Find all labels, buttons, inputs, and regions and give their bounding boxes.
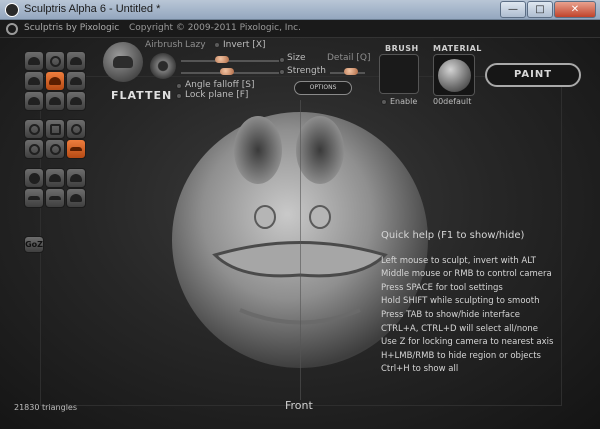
help-line: CTRL+A, CTRL+D will select all/none xyxy=(381,323,538,334)
size-label: Size xyxy=(287,53,306,63)
tool-brush-icon[interactable] xyxy=(24,139,44,159)
lazy-label[interactable]: Lazy xyxy=(185,40,206,50)
invert-toggle[interactable] xyxy=(214,42,220,48)
view-name: Front xyxy=(285,399,313,412)
strength-indicator xyxy=(279,69,285,75)
airbrush-label[interactable]: Airbrush xyxy=(145,40,183,50)
brush-enable-toggle[interactable] xyxy=(381,99,387,105)
quick-help: Quick help (F1 to show/hide) Left mouse … xyxy=(381,229,553,377)
window-titlebar: Sculptris Alpha 6 - Untitled * — □ ✕ xyxy=(0,0,600,20)
sculptris-logo-icon xyxy=(6,23,18,35)
size-indicator xyxy=(279,57,285,63)
triangle-count: 21830 triangles xyxy=(14,403,78,412)
lock-plane-toggle[interactable] xyxy=(176,93,182,99)
close-button[interactable]: ✕ xyxy=(554,1,596,18)
tool-pinch-icon[interactable] xyxy=(45,91,65,111)
brush-texture-slot[interactable] xyxy=(379,54,419,94)
tool-draw-icon[interactable] xyxy=(24,71,44,91)
app-icon xyxy=(5,3,19,17)
tool-rotate-view-icon[interactable] xyxy=(24,119,44,139)
maximize-button[interactable]: □ xyxy=(527,1,553,18)
left-nostril xyxy=(254,205,276,229)
paint-button[interactable]: PAINT xyxy=(485,63,581,87)
tool-inflate-icon[interactable] xyxy=(24,91,44,111)
detail-label: Detail [Q] xyxy=(327,53,371,63)
help-line: Middle mouse or RMB to control camera xyxy=(381,269,552,280)
tool-scale-icon[interactable] xyxy=(66,51,86,71)
copyright-label: Copyright © 2009-2011 Pixologic, Inc. xyxy=(129,23,301,33)
tool-flatten-icon[interactable] xyxy=(45,71,65,91)
help-line: H+LMB/RMB to hide region or objects xyxy=(381,350,541,361)
right-nostril xyxy=(309,205,331,229)
tool-rotate-icon[interactable] xyxy=(45,51,65,71)
tool-crease-icon[interactable] xyxy=(24,51,44,71)
tool-hide-icon[interactable] xyxy=(24,188,44,208)
tool-mask-icon[interactable] xyxy=(45,139,65,159)
brush-name: FLATTEN xyxy=(111,89,173,102)
tool-camera-icon[interactable] xyxy=(66,168,86,188)
left-eye-socket xyxy=(234,116,282,184)
material-panel-title: MATERIAL xyxy=(433,44,482,53)
tool-texture-icon[interactable] xyxy=(66,188,86,208)
tool-wireframe-icon[interactable] xyxy=(45,119,65,139)
airbrush-icon[interactable] xyxy=(150,53,176,79)
brand-label: Sculptris by Pixologic xyxy=(24,23,120,33)
angle-falloff-toggle[interactable] xyxy=(176,83,182,89)
brush-preview-icon[interactable] xyxy=(103,42,143,82)
tool-sphere-icon[interactable] xyxy=(24,168,44,188)
help-line: Left mouse to sculpt, invert with ALT xyxy=(381,255,536,266)
window-controls: — □ ✕ xyxy=(500,1,596,18)
angle-falloff-label: Angle falloff [S] xyxy=(185,80,255,90)
lazy-slider-handle[interactable] xyxy=(215,56,229,63)
help-line: Press TAB to show/hide interface xyxy=(381,309,521,320)
app-topbar: Sculptris by Pixologic Copyright © 2009-… xyxy=(0,20,600,38)
quick-help-title: Quick help (F1 to show/hide) xyxy=(381,230,525,241)
tool-reduce-icon[interactable] xyxy=(66,119,86,139)
help-line: Hold SHIFT while sculpting to smooth xyxy=(381,296,540,307)
symmetry-toggle-icon[interactable] xyxy=(66,139,86,159)
help-line: Ctrl+H to show all xyxy=(381,364,459,375)
lock-plane-label: Lock plane [F] xyxy=(185,90,249,100)
tool-plane-icon[interactable] xyxy=(45,188,65,208)
material-sphere-icon xyxy=(438,59,471,92)
strength-slider-handle[interactable] xyxy=(220,68,234,75)
minimize-button[interactable]: — xyxy=(500,1,526,18)
options-button[interactable]: OPTIONS xyxy=(294,81,352,95)
strength-label: Strength xyxy=(287,66,326,76)
tool-smooth-icon[interactable] xyxy=(66,91,86,111)
help-line: Press SPACE for tool settings xyxy=(381,282,503,293)
tool-render-icon[interactable] xyxy=(45,168,65,188)
lazy-slider[interactable] xyxy=(181,60,279,62)
right-eye-socket xyxy=(296,116,344,184)
symmetry-line xyxy=(300,100,301,400)
material-name: 00default xyxy=(433,97,472,106)
detail-slider-handle[interactable] xyxy=(344,68,358,75)
help-line: Use Z for locking camera to nearest axis xyxy=(381,337,554,348)
brush-enable-label: Enable xyxy=(390,97,418,106)
material-slot[interactable] xyxy=(433,54,475,96)
tool-grab-icon[interactable] xyxy=(66,71,86,91)
invert-label: Invert [X] xyxy=(223,40,266,50)
brush-panel-title: BRUSH xyxy=(385,44,419,53)
app-area: Sculptris by Pixologic Copyright © 2009-… xyxy=(0,20,600,429)
goz-button[interactable]: GoZ xyxy=(24,236,44,253)
window-title: Sculptris Alpha 6 - Untitled * xyxy=(24,3,161,15)
